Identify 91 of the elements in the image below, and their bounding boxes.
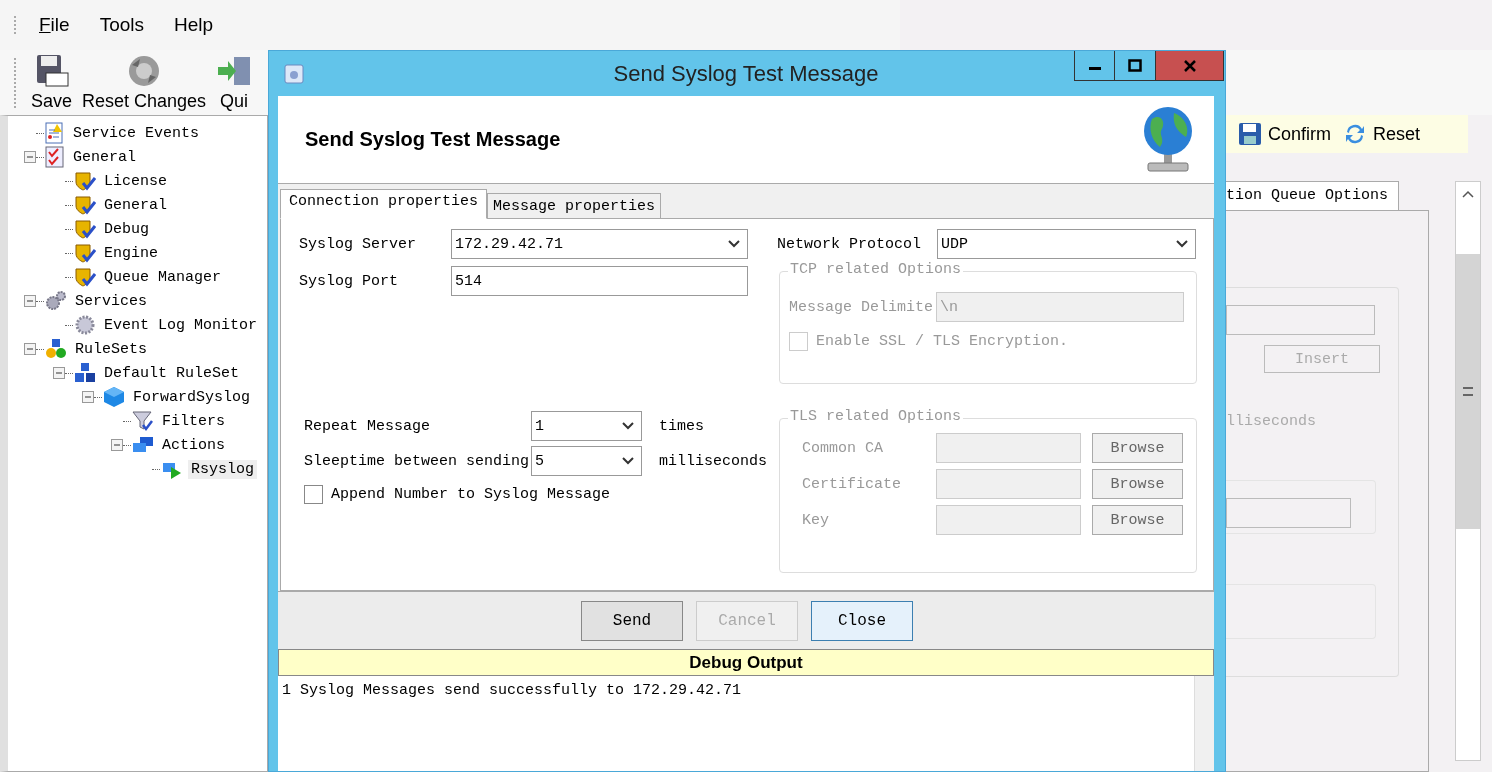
tree-item[interactable]: Rsyslog bbox=[188, 459, 257, 479]
dialog-heading: Send Syslog Test Message bbox=[305, 128, 561, 151]
dropdown-icon bbox=[621, 456, 635, 466]
toolbar-button[interactable]: Qui bbox=[212, 53, 257, 112]
field-label: Repeat Message bbox=[304, 417, 432, 435]
shield-check-icon bbox=[74, 194, 96, 216]
tree-item[interactable]: Queue Manager bbox=[101, 267, 225, 287]
shield-check-icon bbox=[74, 170, 96, 192]
minimize-icon bbox=[1088, 67, 1101, 70]
scrollbar[interactable] bbox=[1455, 181, 1481, 761]
tree-item[interactable]: License bbox=[101, 171, 170, 191]
dialog-button[interactable]: Close bbox=[811, 600, 913, 641]
tab[interactable]: Message properties bbox=[487, 193, 662, 219]
tree-item[interactable]: Service Events bbox=[70, 123, 203, 143]
toolbar-button[interactable]: Confirm bbox=[1238, 122, 1331, 146]
app-icon bbox=[284, 63, 304, 84]
unit-label: lliseconds bbox=[1226, 413, 1317, 430]
tree-item[interactable]: General bbox=[70, 147, 139, 167]
checkbox-label: Append Number to Syslog Message bbox=[331, 486, 611, 503]
unit-label: milliseconds bbox=[659, 452, 768, 470]
debug-output-header: Debug Output bbox=[278, 649, 1214, 676]
tree-item[interactable]: Debug bbox=[101, 219, 152, 239]
toolbar-button[interactable]: Reset Changes bbox=[78, 53, 211, 112]
shield-check-icon bbox=[74, 218, 96, 240]
checkbox-label: Enable SSL / TLS Encryption. bbox=[816, 333, 1069, 350]
field-label: Certificate bbox=[802, 475, 903, 493]
log-line: 1 Syslog Messages send successfully to 172.29.42.71 bbox=[282, 682, 743, 699]
tree-item[interactable]: RuleSets bbox=[72, 339, 150, 359]
tree-item[interactable]: Engine bbox=[101, 243, 161, 263]
tree-item[interactable]: Services bbox=[72, 291, 150, 311]
collapse-icon[interactable] bbox=[24, 343, 36, 355]
cube-icon bbox=[103, 386, 125, 408]
menu-item[interactable]: Tools bbox=[97, 14, 160, 36]
funnel-icon bbox=[132, 410, 154, 432]
shield-check-icon bbox=[74, 266, 96, 288]
tree-item[interactable]: ForwardSyslog bbox=[130, 387, 254, 407]
collapse-icon[interactable] bbox=[24, 295, 36, 307]
dialog-button[interactable]: Send bbox=[581, 600, 683, 641]
group-title: TLS related Options bbox=[788, 408, 964, 425]
field-label: Message Delimite bbox=[789, 298, 935, 316]
dropdown-icon bbox=[727, 239, 741, 249]
scroll-thumb[interactable] bbox=[1456, 254, 1480, 529]
collapse-icon[interactable] bbox=[82, 391, 94, 403]
unit-label: times bbox=[659, 417, 704, 435]
shield-check-icon bbox=[74, 242, 96, 264]
field-label: Network Protocol bbox=[777, 235, 923, 253]
protocol-combo[interactable]: UDP bbox=[937, 229, 1196, 259]
tree-item[interactable]: Default RuleSet bbox=[101, 363, 243, 383]
toolbar-button[interactable]: Save bbox=[27, 53, 77, 112]
input-field[interactable] bbox=[1226, 305, 1375, 335]
checkbox[interactable] bbox=[304, 485, 323, 504]
tab[interactable]: Connection properties bbox=[280, 189, 488, 219]
maximize-icon bbox=[1128, 58, 1142, 73]
blocks-icon bbox=[74, 362, 96, 384]
circular-arrows-icon bbox=[1343, 122, 1367, 146]
colored-blocks-icon bbox=[45, 338, 67, 360]
checklist-icon bbox=[45, 146, 65, 168]
group-title: TCP related Options bbox=[788, 261, 964, 278]
field-label: Syslog Server bbox=[299, 235, 418, 253]
repeat-combo[interactable]: 1 bbox=[531, 411, 642, 441]
tree-item[interactable]: Actions bbox=[159, 435, 228, 455]
gear-icon bbox=[74, 314, 96, 336]
maximize-button[interactable] bbox=[1115, 51, 1156, 81]
dropdown-icon bbox=[621, 421, 635, 431]
close-button[interactable] bbox=[1156, 51, 1224, 81]
minimize-button[interactable] bbox=[1074, 51, 1115, 81]
tree-item[interactable]: General bbox=[101, 195, 170, 215]
tree-item[interactable]: Filters bbox=[159, 411, 228, 431]
sleeptime-combo[interactable]: 5 bbox=[531, 446, 642, 476]
input-field[interactable] bbox=[1226, 498, 1351, 528]
collapse-icon[interactable] bbox=[24, 151, 36, 163]
close-icon bbox=[1182, 58, 1197, 73]
menu-item[interactable]: Help bbox=[172, 14, 230, 36]
document-icon bbox=[45, 122, 65, 144]
tree-item[interactable]: Event Log Monitor bbox=[101, 315, 261, 335]
dropdown-icon bbox=[1175, 239, 1189, 249]
field-label: Key bbox=[802, 511, 830, 529]
field-label: Common CA bbox=[802, 439, 884, 457]
syslog-port-field[interactable]: 514 bbox=[451, 266, 748, 296]
field-label: Sleeptime between sending bbox=[304, 452, 531, 470]
gears-icon bbox=[45, 290, 67, 312]
window-title: Send Syslog Test Message bbox=[613, 60, 879, 87]
collapse-icon[interactable] bbox=[53, 367, 65, 379]
scrollbar[interactable] bbox=[1194, 676, 1214, 771]
toolbar-button[interactable]: Reset bbox=[1343, 122, 1421, 146]
menu-item[interactable]: File bbox=[37, 14, 86, 36]
syslog-server-combo[interactable]: 172.29.42.71 bbox=[451, 229, 748, 259]
collapse-icon[interactable] bbox=[111, 439, 123, 451]
globe-icon bbox=[1142, 104, 1194, 175]
tab[interactable]: tion Queue Options bbox=[1226, 181, 1400, 210]
field-label: Syslog Port bbox=[299, 272, 400, 290]
